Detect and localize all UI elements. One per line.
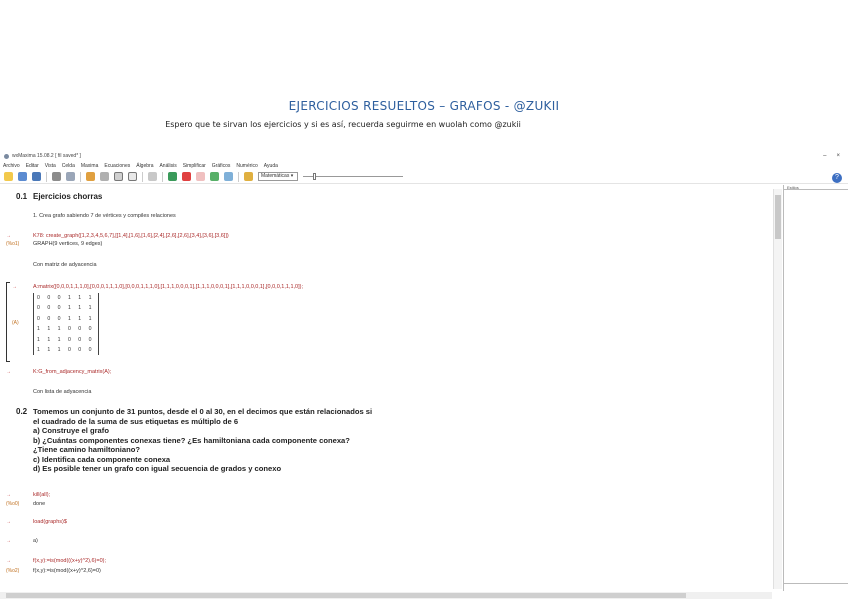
worksheet[interactable]: 0.1 Ejercicios chorras 1. Crea grafo sab… bbox=[0, 185, 776, 591]
help-icon[interactable]: ? bbox=[832, 173, 842, 183]
menu-maxima[interactable]: Maxima bbox=[81, 163, 99, 169]
find-icon[interactable] bbox=[148, 172, 157, 181]
copy-icon[interactable] bbox=[100, 172, 109, 181]
wxmaxima-window: wxMaxima 15.08.2 [ fil saved* ] – × Arch… bbox=[0, 151, 848, 599]
select-all-icon[interactable] bbox=[128, 172, 137, 181]
menu-editar[interactable]: Editar bbox=[26, 163, 39, 169]
animation-icon[interactable] bbox=[244, 172, 253, 181]
menu-simplificar[interactable]: Simplificar bbox=[183, 163, 206, 169]
restart-icon[interactable] bbox=[168, 172, 177, 181]
styles-panel-header: Estilos bbox=[784, 185, 848, 190]
section-title[interactable]: Ejercicios chorras bbox=[33, 192, 102, 201]
menu-algebra[interactable]: Álgebra bbox=[136, 163, 153, 169]
menu-celda[interactable]: Celda bbox=[62, 163, 75, 169]
styles-panel[interactable]: Estilos bbox=[783, 185, 848, 591]
menu-graficos[interactable]: Gráficos bbox=[212, 163, 231, 169]
horizontal-scrollbar[interactable] bbox=[0, 592, 772, 599]
print-icon[interactable] bbox=[52, 172, 61, 181]
menu-ecuaciones[interactable]: Ecuaciones bbox=[104, 163, 130, 169]
section-number: 0.2 bbox=[16, 407, 28, 416]
window-title: wxMaxima 15.08.2 [ fil saved* ] bbox=[12, 153, 81, 159]
stop-icon[interactable] bbox=[196, 172, 205, 181]
document-subtitle: Espero que te sirvan los ejercicios y si… bbox=[165, 120, 521, 129]
toolbar: Matemáticas ▾ bbox=[0, 170, 848, 184]
evaluate-icon[interactable] bbox=[210, 172, 219, 181]
menu-analisis[interactable]: Análisis bbox=[159, 163, 176, 169]
paste-icon[interactable] bbox=[114, 172, 123, 181]
problem-statement[interactable]: Tomemos un conjunto de 31 puntos, desde … bbox=[33, 407, 372, 474]
cut-icon[interactable] bbox=[86, 172, 95, 181]
save-file-icon[interactable] bbox=[32, 172, 41, 181]
menu-ayuda[interactable]: Ayuda bbox=[264, 163, 278, 169]
app-icon bbox=[4, 153, 9, 159]
menu-bar: Archivo Editar Vista Celda Maxima Ecuaci… bbox=[0, 161, 848, 170]
title-bar: wxMaxima 15.08.2 [ fil saved* ] – × bbox=[0, 151, 848, 161]
section-number: 0.1 bbox=[16, 192, 28, 201]
settings-icon[interactable] bbox=[66, 172, 75, 181]
document-title: EJERCICIOS RESUELTOS – GRAFOS - @ZUKII bbox=[288, 99, 560, 113]
interrupt-icon[interactable] bbox=[182, 172, 191, 181]
vertical-scrollbar[interactable] bbox=[773, 189, 782, 589]
hide-code-icon[interactable] bbox=[224, 172, 233, 181]
new-file-icon[interactable] bbox=[4, 172, 13, 181]
minimize-button[interactable]: – bbox=[823, 153, 826, 159]
close-button[interactable]: × bbox=[836, 153, 840, 159]
menu-vista[interactable]: Vista bbox=[45, 163, 56, 169]
menu-archivo[interactable]: Archivo bbox=[3, 163, 20, 169]
animation-slider[interactable] bbox=[303, 172, 403, 181]
menu-numerico[interactable]: Numérico bbox=[236, 163, 257, 169]
adjacency-matrix: 0 0 0 1 1 1 0 0 0 1 1 1 0 0 0 1 1 1 1 1 … bbox=[33, 293, 99, 356]
open-file-icon[interactable] bbox=[18, 172, 27, 181]
cell-type-select[interactable]: Matemáticas ▾ bbox=[258, 172, 298, 181]
